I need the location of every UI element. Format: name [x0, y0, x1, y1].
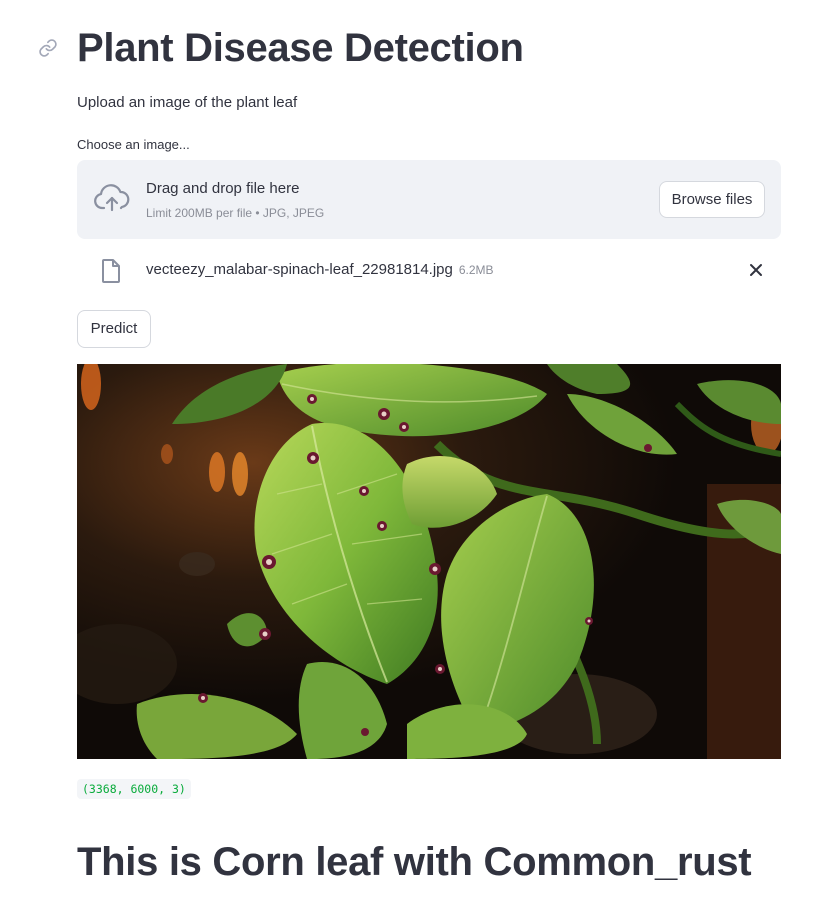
uploaded-leaf-image [77, 364, 781, 759]
prediction-result: This is Corn leaf with Common_rust [77, 840, 752, 884]
file-size: 6.2MB [458, 263, 494, 277]
page-title: Plant Disease Detection [77, 26, 524, 70]
cloud-upload-icon [93, 182, 131, 216]
image-shape-output: (3368, 6000, 3) [77, 779, 191, 799]
app-page: Plant Disease Detection Upload an image … [0, 0, 820, 897]
uploader-label: Choose an image... [77, 137, 190, 152]
file-name-text: vecteezy_malabar-spinach-leaf_22981814.j… [146, 261, 453, 278]
browse-files-button[interactable]: Browse files [659, 181, 765, 218]
close-icon[interactable] [749, 263, 763, 277]
predict-button[interactable]: Predict [77, 310, 151, 348]
dropzone-limit: Limit 200MB per file • JPG, JPEG [146, 206, 325, 220]
file-dropzone[interactable]: Drag and drop file here Limit 200MB per … [77, 160, 781, 239]
dropzone-title: Drag and drop file here [146, 180, 300, 197]
file-icon [99, 258, 123, 284]
uploaded-file-row: vecteezy_malabar-spinach-leaf_22981814.j… [77, 250, 781, 290]
link-icon[interactable] [38, 38, 58, 58]
uploaded-file-name: vecteezy_malabar-spinach-leaf_22981814.j… [146, 260, 494, 280]
intro-text: Upload an image of the plant leaf [77, 94, 298, 111]
